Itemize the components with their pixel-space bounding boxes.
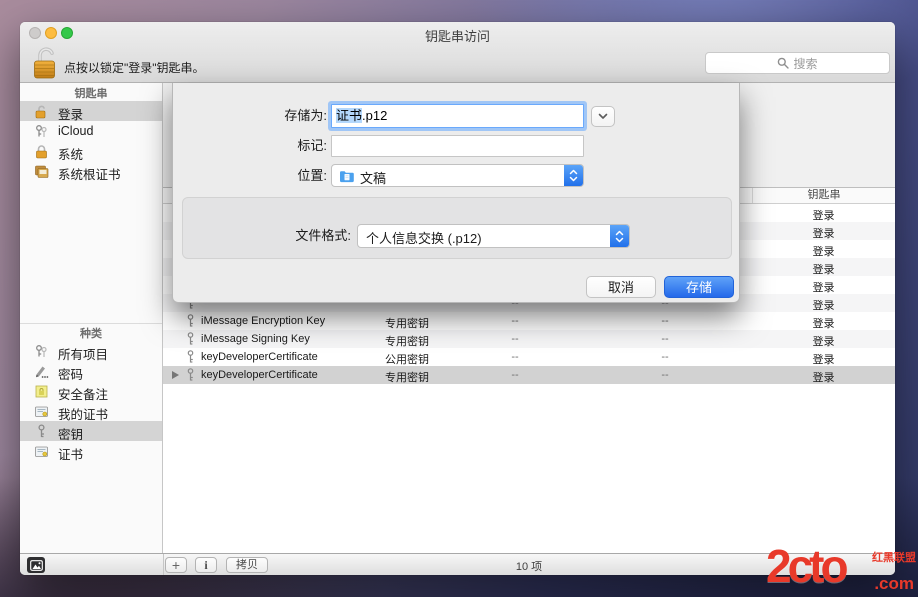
tags-label: 标记: bbox=[297, 138, 327, 153]
locked-padlock-icon bbox=[36, 145, 47, 159]
sidebar-item-label: 证书 bbox=[58, 448, 84, 462]
file-format-popup[interactable]: 个人信息交换 (.p12) bbox=[357, 224, 630, 248]
file-format-label: 文件格式: bbox=[295, 228, 351, 243]
secure-note-icon bbox=[35, 385, 48, 398]
search-placeholder: 搜索 bbox=[793, 56, 818, 71]
filename-extension-text: .p12 bbox=[362, 108, 388, 123]
location-label: 位置: bbox=[297, 168, 327, 183]
keys-icon bbox=[36, 125, 47, 137]
table-row[interactable]: keyDeveloperCertificate 公用密钥 -- -- 登录 bbox=[163, 348, 895, 366]
key-icon bbox=[38, 424, 45, 438]
sidebar-header-keychains: 钥匙串 bbox=[74, 88, 108, 100]
lock-status-message: 点按以锁定"登录"钥匙串。 bbox=[64, 61, 205, 75]
keychain-access-window: 钥匙串访问 点按以锁定"登录"钥匙串。 搜索 钥匙串 登录 iCloud 系统 … bbox=[20, 22, 895, 575]
sidebar-item-label: iCloud bbox=[58, 124, 94, 138]
unlocked-padlock-icon bbox=[35, 105, 46, 119]
sidebar-divider bbox=[20, 323, 162, 324]
documents-folder-icon bbox=[340, 171, 354, 183]
save-button[interactable]: 存储 bbox=[664, 276, 734, 298]
sidebar-item-passwords[interactable]: 密码 bbox=[20, 361, 162, 382]
sidebar: 钥匙串 登录 iCloud 系统 系统根证书 种类 所有项目 密码 安全备注 我… bbox=[20, 83, 163, 553]
sidebar-item-icloud[interactable]: iCloud bbox=[20, 121, 162, 141]
location-value: 文稿 bbox=[360, 171, 387, 186]
table-row[interactable]: iMessage Encryption Key 专用密钥 -- -- 登录 bbox=[163, 312, 895, 330]
titlebar: 钥匙串访问 点按以锁定"登录"钥匙串。 搜索 bbox=[20, 22, 895, 83]
unlocked-padlock-icon[interactable] bbox=[32, 46, 59, 81]
sidebar-item-certificates[interactable]: 证书 bbox=[20, 441, 162, 462]
popup-stepper-icon bbox=[564, 165, 583, 186]
cancel-button[interactable]: 取消 bbox=[586, 276, 656, 298]
status-bar: + i 拷贝 10 项 bbox=[20, 553, 895, 575]
certificate-stack-icon bbox=[35, 165, 49, 178]
keys-icon bbox=[36, 345, 47, 357]
sidebar-item-my-certificates[interactable]: 我的证书 bbox=[20, 401, 162, 422]
sidebar-item-system-roots[interactable]: 系统根证书 bbox=[20, 161, 162, 182]
table-row-selected[interactable]: keyDeveloperCertificate 专用密钥 -- -- 登录 bbox=[163, 366, 895, 384]
pencil-icon bbox=[36, 366, 49, 378]
image-icon[interactable] bbox=[27, 557, 45, 573]
file-format-value: 个人信息交换 (.p12) bbox=[366, 231, 482, 246]
sidebar-item-secure-notes[interactable]: 安全备注 bbox=[20, 381, 162, 402]
expand-dialog-button[interactable] bbox=[591, 106, 615, 127]
key-icon bbox=[187, 314, 194, 327]
save-sheet-dialog: 存储为: 证书.p12 标记: 位置: 文稿 文件格式: 个人信息交换 (.p1… bbox=[172, 83, 740, 303]
watermark: 2cto 红黑联盟 .com bbox=[766, 540, 916, 597]
watermark-logo: 2cto bbox=[766, 540, 849, 592]
chevron-down-icon bbox=[598, 113, 608, 119]
certificate-icon bbox=[35, 446, 48, 457]
sidebar-header-categories: 种类 bbox=[80, 328, 102, 340]
sidebar-item-label: 系统根证书 bbox=[58, 168, 121, 182]
save-as-label: 存储为: bbox=[284, 108, 327, 123]
key-icon bbox=[187, 332, 194, 345]
search-input[interactable]: 搜索 bbox=[705, 52, 890, 74]
watermark-badge: 红黑联盟 bbox=[872, 552, 916, 564]
disclosure-triangle-icon[interactable] bbox=[172, 371, 179, 379]
sidebar-item-login[interactable]: 登录 bbox=[20, 101, 162, 122]
sidebar-item-keys[interactable]: 密钥 bbox=[20, 421, 162, 442]
window-title: 钥匙串访问 bbox=[424, 29, 490, 44]
table-row[interactable]: iMessage Signing Key 专用密钥 -- -- 登录 bbox=[163, 330, 895, 348]
location-popup[interactable]: 文稿 bbox=[331, 164, 584, 187]
key-icon bbox=[187, 368, 194, 381]
key-icon bbox=[187, 350, 194, 363]
watermark-suffix: .com bbox=[874, 574, 914, 593]
column-header-keychain[interactable]: 钥匙串 bbox=[752, 188, 895, 203]
filename-input[interactable]: 证书.p12 bbox=[331, 104, 584, 128]
certificate-icon bbox=[35, 406, 48, 417]
sidebar-item-system[interactable]: 系统 bbox=[20, 141, 162, 162]
tags-input[interactable] bbox=[331, 135, 584, 157]
sidebar-item-all-items[interactable]: 所有项目 bbox=[20, 341, 162, 362]
popup-stepper-icon bbox=[610, 225, 629, 247]
search-icon bbox=[778, 57, 790, 69]
filename-selected-text: 证书 bbox=[336, 108, 363, 123]
